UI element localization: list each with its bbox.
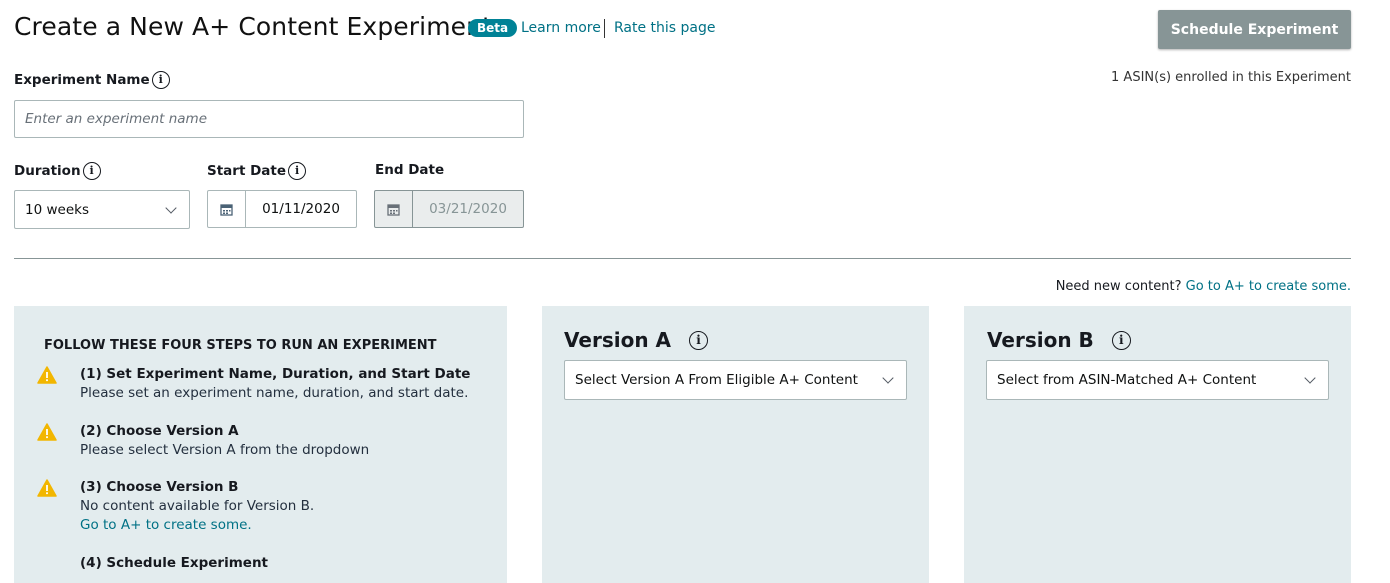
calendar-icon	[375, 191, 413, 227]
duration-label: Duration i	[14, 162, 101, 180]
experiment-name-label: Experiment Name i	[14, 71, 170, 89]
warning-icon	[37, 479, 57, 497]
warning-icon	[37, 423, 57, 441]
end-date-value: 03/21/2020	[429, 201, 507, 217]
step-1-heading: (1) Set Experiment Name, Duration, and S…	[80, 366, 471, 382]
step-3: (3) Choose Version B No content availabl…	[80, 478, 314, 535]
steps-title: FOLLOW THESE FOUR STEPS TO RUN AN EXPERI…	[44, 338, 437, 353]
end-date-label: End Date	[375, 162, 445, 178]
version-a-select[interactable]: Select Version A From Eligible A+ Conten…	[564, 360, 907, 400]
duration-value: 10 weeks	[25, 201, 89, 218]
experiment-name-label-text: Experiment Name	[14, 72, 150, 88]
new-content-text: Need new content?	[1055, 279, 1182, 294]
beta-badge: Beta	[468, 19, 518, 37]
start-date-label: Start Date i	[207, 162, 307, 180]
info-icon[interactable]: i	[82, 162, 101, 180]
info-icon[interactable]: i	[288, 162, 307, 180]
step-1: (1) Set Experiment Name, Duration, and S…	[80, 365, 470, 403]
step-4-heading: (4) Schedule Experiment	[80, 555, 269, 571]
step-2-heading: (2) Choose Version A	[80, 423, 239, 439]
step-4: (4) Schedule Experiment	[80, 554, 268, 573]
learn-more-link[interactable]: Learn more	[521, 20, 601, 36]
section-divider	[14, 258, 1351, 259]
version-b-heading: Version B i	[987, 328, 1131, 352]
info-icon[interactable]: i	[689, 330, 708, 350]
new-content-note: Need new content? Go to A+ to create som…	[1056, 279, 1351, 294]
step-1-detail: Please set an experiment name, duration,…	[80, 385, 469, 401]
info-icon[interactable]: i	[1111, 330, 1131, 350]
start-date-label-text: Start Date	[207, 163, 287, 179]
chevron-down-icon	[165, 201, 177, 214]
start-date-value[interactable]: 01/11/2020	[246, 191, 356, 227]
page-title: Create a New A+ Content Experiment	[14, 12, 492, 41]
schedule-experiment-button[interactable]: Schedule Experiment	[1158, 10, 1351, 49]
chevron-down-icon	[882, 372, 894, 384]
chevron-down-icon	[1304, 372, 1316, 384]
version-b-select-value: Select from ASIN-Matched A+ Content	[997, 372, 1257, 388]
warning-icon	[37, 366, 57, 384]
version-a-heading: Version A i	[564, 328, 708, 352]
step-3-detail: No content available for Version B.	[80, 498, 315, 514]
duration-select[interactable]: 10 weeks	[14, 190, 190, 229]
version-b-title: Version B	[987, 328, 1094, 352]
end-date-picker: 03/21/2020	[374, 190, 524, 228]
version-a-select-value: Select Version A From Eligible A+ Conten…	[575, 372, 858, 388]
duration-label-text: Duration	[14, 163, 81, 179]
link-divider	[604, 19, 605, 38]
version-b-select[interactable]: Select from ASIN-Matched A+ Content	[986, 360, 1329, 400]
version-a-title: Version A	[564, 328, 671, 352]
create-content-link[interactable]: Go to A+ to create some.	[1186, 279, 1351, 294]
experiment-name-input[interactable]	[14, 100, 524, 138]
step-2-detail: Please select Version A from the dropdow…	[80, 442, 370, 458]
asin-enrolled-count: 1 ASIN(s) enrolled in this Experiment	[1111, 70, 1351, 85]
step-3-heading: (3) Choose Version B	[80, 479, 239, 495]
calendar-icon[interactable]	[208, 191, 246, 227]
start-date-picker[interactable]: 01/11/2020	[207, 190, 357, 228]
step-2: (2) Choose Version A Please select Versi…	[80, 422, 369, 460]
info-icon[interactable]: i	[151, 71, 170, 89]
step-3-create-link[interactable]: Go to A+ to create some.	[80, 517, 252, 533]
rate-page-link[interactable]: Rate this page	[614, 20, 716, 36]
